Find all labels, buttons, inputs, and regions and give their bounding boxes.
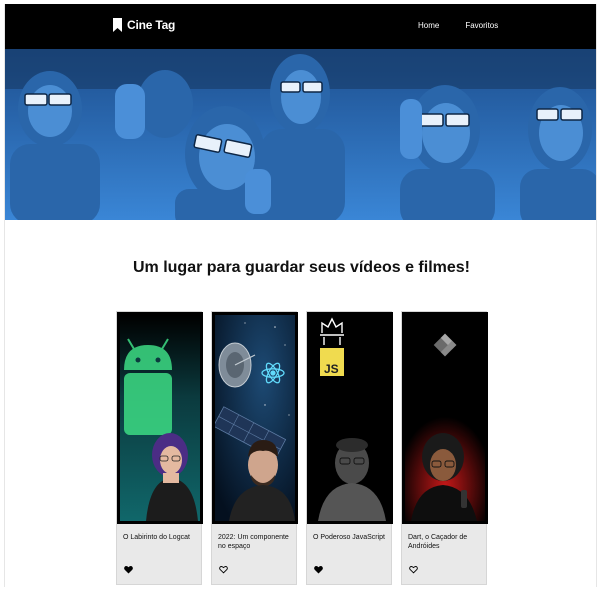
video-card[interactable]: Dart, o Caçador de Andróides (401, 311, 488, 585)
hero-banner (5, 49, 596, 220)
video-thumbnail[interactable] (402, 312, 488, 524)
space-component-thumbnail (215, 315, 295, 521)
heart-outline-icon[interactable] (219, 565, 228, 574)
android-robot-icon (124, 338, 172, 435)
dart-thumbnail (405, 315, 485, 521)
top-header: Cine Tag Home Favoritos (5, 4, 596, 49)
nav-home-link[interactable]: Home (418, 21, 439, 30)
main-nav: Home Favoritos (418, 21, 498, 30)
video-card[interactable]: O Labirinto do Logcat (116, 311, 203, 585)
video-title: O Poderoso JavaScript (313, 534, 385, 541)
javascript-thumbnail: JS (310, 315, 390, 521)
video-title: O Labirinto do Logcat (123, 534, 190, 541)
video-thumbnail[interactable] (212, 312, 298, 524)
heart-outline-icon[interactable] (409, 565, 418, 574)
heart-filled-icon[interactable] (124, 565, 133, 574)
audience-3d-glasses-image (5, 49, 596, 220)
video-title: Dart, o Caçador de Andróides (408, 534, 468, 550)
video-thumbnail[interactable]: JS (307, 312, 393, 524)
js-logo-icon: JS (320, 348, 344, 376)
android-logcat-thumbnail (120, 315, 200, 521)
video-title: 2022: Um componente no espaço (218, 534, 289, 550)
heart-filled-icon[interactable] (314, 565, 323, 574)
svg-text:JS: JS (324, 362, 339, 376)
nav-favorites-link[interactable]: Favoritos (465, 21, 498, 30)
page-headline: Um lugar para guardar seus vídeos e film… (132, 259, 470, 276)
video-card[interactable]: 2022: Um componente no espaço (211, 311, 298, 585)
logo-text: Cine Tag (127, 18, 176, 32)
video-card[interactable]: JS O Poderoso JavaScript (306, 311, 393, 585)
logo-link[interactable]: Cine Tag (113, 18, 175, 32)
page: Cine Tag Home Favoritos Um lugar para gu… (4, 4, 597, 587)
video-thumbnail[interactable] (117, 312, 203, 524)
video-card-list: O Labirinto do Logcat 2022: Um component… (116, 311, 488, 585)
bookmark-icon (113, 18, 122, 32)
